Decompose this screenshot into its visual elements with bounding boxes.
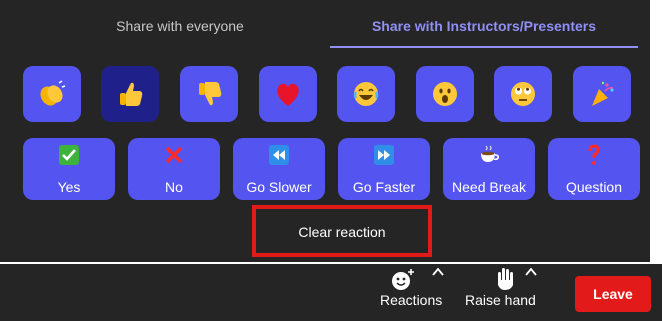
clapping-hands-icon xyxy=(40,80,66,106)
window-edge xyxy=(650,0,662,262)
clear-reaction-highlight: Clear reaction xyxy=(252,205,432,257)
tab-share-with-instructors[interactable]: Share with Instructors/Presenters xyxy=(330,0,638,50)
meeting-control-bar xyxy=(0,264,662,294)
raised-hand-icon xyxy=(498,268,513,290)
reaction-thumbs-up-button[interactable] xyxy=(101,66,159,122)
fast-forward-icon xyxy=(374,145,394,165)
cross-mark-icon xyxy=(165,146,183,164)
reaction-go-faster-label: Go Faster xyxy=(352,179,416,195)
check-mark-icon xyxy=(59,145,79,165)
tab-share-with-everyone[interactable]: Share with everyone xyxy=(70,0,290,50)
eye-roll-face-icon xyxy=(511,82,535,106)
reaction-no-label: No xyxy=(165,179,183,195)
reaction-clap-button[interactable] xyxy=(23,66,81,122)
coffee-cup-icon xyxy=(481,145,499,162)
rewind-icon xyxy=(269,145,289,165)
reaction-need-break-button[interactable]: Need Break xyxy=(443,138,535,200)
reaction-party-button[interactable] xyxy=(573,66,631,122)
reaction-yes-button[interactable]: Yes xyxy=(23,138,115,200)
clear-reaction-button[interactable]: Clear reaction xyxy=(256,209,428,255)
reactions-label[interactable]: Reactions xyxy=(380,292,442,308)
meeting-control-bar-lower xyxy=(0,294,662,321)
reaction-thumbs-down-button[interactable] xyxy=(180,66,238,122)
red-heart-icon xyxy=(277,83,299,106)
reaction-surprised-button[interactable] xyxy=(416,66,474,122)
reaction-no-button[interactable]: No xyxy=(128,138,220,200)
question-mark-icon xyxy=(588,144,600,165)
reaction-go-faster-button[interactable]: Go Faster xyxy=(338,138,430,200)
reaction-question-button[interactable]: Question xyxy=(548,138,640,200)
reactions-chevron-up-icon[interactable] xyxy=(431,266,445,278)
surprised-face-icon xyxy=(433,82,457,106)
reaction-question-label: Question xyxy=(565,179,623,195)
raise-hand-chevron-up-icon[interactable] xyxy=(524,266,538,278)
thumbs-down-icon xyxy=(199,82,222,106)
smiley-add-icon xyxy=(392,269,414,290)
reaction-joy-button[interactable] xyxy=(337,66,395,122)
thumbs-up-icon xyxy=(120,82,143,106)
reaction-go-slower-label: Go Slower xyxy=(246,179,312,195)
raise-hand-label[interactable]: Raise hand xyxy=(465,292,536,308)
reactions-control[interactable] xyxy=(390,268,416,292)
reactions-panel: Share with everyone Share with Instructo… xyxy=(0,0,650,262)
reaction-heart-button[interactable] xyxy=(259,66,317,122)
party-popper-icon xyxy=(592,81,614,106)
reaction-eye-roll-button[interactable] xyxy=(494,66,552,122)
reaction-need-break-label: Need Break xyxy=(452,179,526,195)
tears-of-joy-icon xyxy=(353,82,379,106)
reaction-go-slower-button[interactable]: Go Slower xyxy=(233,138,325,200)
leave-button[interactable]: Leave xyxy=(575,276,651,312)
raise-hand-control[interactable] xyxy=(494,266,518,292)
reaction-yes-label: Yes xyxy=(57,179,81,195)
active-tab-indicator xyxy=(330,46,638,48)
